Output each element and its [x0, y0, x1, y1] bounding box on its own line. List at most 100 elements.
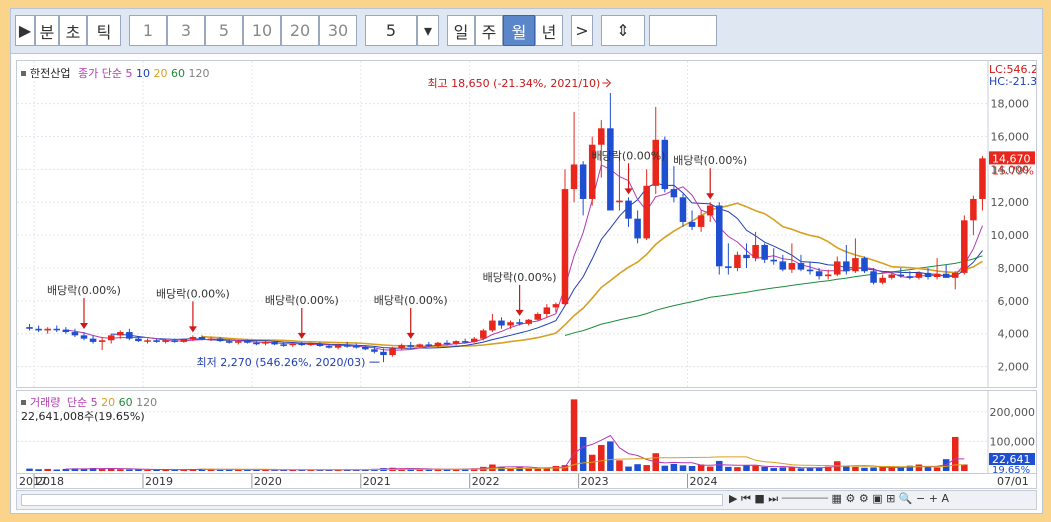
y-tick-10000: 10,000 — [991, 229, 1030, 242]
volume-bar-102 — [951, 436, 959, 471]
toolbar-button-0[interactable]: ▶ — [15, 15, 35, 46]
dividend-arrowhead-2 — [297, 332, 306, 339]
candle-body-94 — [879, 277, 886, 283]
toolbar-input[interactable] — [649, 15, 717, 46]
candle-body-25 — [253, 342, 260, 345]
candle-body-96 — [897, 274, 905, 277]
candle-body-58 — [552, 304, 560, 308]
candle-body-50 — [480, 330, 487, 339]
search-icon[interactable]: 🔍 — [899, 492, 913, 505]
toolbar-button-6[interactable]: 5 — [205, 15, 243, 46]
candle-body-44 — [425, 344, 433, 347]
candle-body-38 — [371, 349, 378, 352]
candle-body-4 — [62, 329, 70, 333]
toolbar-button-9[interactable]: 30 — [319, 15, 357, 46]
grid-icon[interactable]: ⊞ — [886, 492, 895, 505]
volume-bar-78 — [734, 467, 741, 471]
dividend-arrowhead-6 — [706, 193, 715, 200]
dividend-label-4: 배당락(0.00%) — [483, 271, 557, 284]
candle-body-100 — [933, 273, 941, 278]
high-annotation: 최고 18,650 (-21.34%, 2021/10) — [427, 77, 600, 90]
ma5-line — [65, 164, 983, 351]
volume-bar-100 — [933, 467, 941, 471]
scroll-track[interactable] — [21, 494, 723, 506]
zoom-out-icon[interactable]: − — [916, 492, 925, 505]
volume-bar-70 — [661, 465, 669, 471]
candle-body-104 — [970, 198, 977, 221]
volume-bar-56 — [534, 468, 542, 471]
candle-body-54 — [516, 322, 523, 324]
candle-body-69 — [652, 139, 660, 186]
play-icon[interactable]: ▶ — [729, 492, 737, 505]
candle-body-66 — [625, 200, 632, 219]
year-label-2020: 2020 — [254, 475, 282, 488]
candle-body-12 — [135, 338, 142, 342]
stop-icon[interactable]: ■ — [754, 492, 764, 505]
toolbar-button-10[interactable]: 5 — [365, 15, 417, 46]
candle-body-21 — [216, 338, 224, 342]
volume-bar-71 — [670, 463, 678, 471]
vol-tick-100000: 100,000 — [990, 435, 1036, 448]
toolbar-button-17[interactable]: ⇕ — [601, 15, 645, 46]
volume-bar-95 — [888, 467, 895, 471]
candle-body-23 — [235, 341, 242, 343]
candle-body-84 — [788, 263, 796, 270]
toolbar-button-3[interactable]: 틱 — [87, 15, 121, 46]
candle-body-42 — [407, 345, 414, 347]
candle-body-10 — [117, 332, 124, 336]
candle-body-105 — [979, 158, 986, 199]
period-toolbar: ▶ 분 초 틱 1 3 5 10 20 30 5 ▾ 일 주 월 년 > ⇕ — [11, 9, 1042, 54]
volume-panel[interactable]: 거래량 단순 5 20 60 120 22,641,008주(19.65%) 1… — [16, 390, 1037, 474]
layout-icon[interactable]: ▦ — [832, 492, 842, 505]
toolbar-button-8[interactable]: 20 — [281, 15, 319, 46]
y-tick-8000: 8,000 — [998, 262, 1030, 275]
volume-bar-91 — [852, 466, 859, 471]
toolbar-button-5[interactable]: 3 — [167, 15, 205, 46]
candle-body-85 — [797, 263, 805, 270]
zoom-in-icon[interactable]: + — [929, 492, 938, 505]
y-tick-18000: 18,000 — [991, 98, 1030, 111]
toolbar-button-1[interactable]: 분 — [35, 15, 59, 46]
candle-body-22 — [225, 341, 233, 343]
rewind-icon[interactable]: ⏮ — [741, 492, 751, 505]
candle-body-61 — [579, 164, 587, 199]
volume-bar-79 — [743, 465, 750, 471]
toolbar-button-4[interactable]: 1 — [129, 15, 167, 46]
candle-body-45 — [434, 342, 442, 347]
candle-body-70 — [661, 139, 669, 190]
candle-body-79 — [743, 254, 750, 259]
toolbar-button-11[interactable]: ▾ — [417, 15, 439, 46]
end-date-label: 07/01 — [997, 475, 1029, 488]
candle-body-43 — [416, 344, 424, 347]
vol-tick-200000: 200,000 — [990, 406, 1036, 419]
chart-window: ▶ 분 초 틱 1 3 5 10 20 30 5 ▾ 일 주 월 년 > ⇕ 한전산업 종가 단순 5 10 20… — [10, 8, 1043, 514]
forward-icon[interactable]: ⏭ — [768, 492, 778, 505]
font-icon[interactable]: A — [941, 492, 949, 505]
price-chart-panel[interactable]: 한전산업 종가 단순 5 10 20 60 120 2,000 4,000 6,00… — [16, 60, 1037, 388]
window-icon[interactable]: ▣ — [872, 492, 882, 505]
candle-body-39 — [380, 351, 387, 356]
candle-body-87 — [815, 271, 823, 277]
gear-icon[interactable]: ⚙ — [859, 492, 869, 505]
settings-icon[interactable]: ⚙ — [845, 492, 855, 505]
toolbar-button-2[interactable]: 초 — [59, 15, 87, 46]
toolbar-button-16[interactable]: > — [571, 15, 593, 46]
ma20-line — [201, 202, 983, 348]
candle-body-24 — [244, 341, 251, 343]
toolbar-button-12[interactable]: 일 — [447, 15, 475, 46]
ma10-line — [111, 182, 983, 349]
toolbar-button-14[interactable]: 월 — [503, 15, 535, 46]
candle-body-73 — [688, 221, 696, 227]
zoom-slider-icon[interactable]: ─────── — [782, 492, 828, 505]
y-tick-12000: 12,000 — [991, 196, 1030, 209]
candle-body-17 — [180, 339, 188, 342]
candle-body-9 — [107, 335, 115, 341]
toolbar-button-15[interactable]: 년 — [535, 15, 563, 46]
volume-bar-65 — [616, 460, 623, 471]
price-plot[interactable]: 2,0004,0006,0008,00010,00012,00014,00016… — [17, 61, 1036, 387]
toolbar-button-13[interactable]: 주 — [475, 15, 503, 46]
candle-body-99 — [924, 272, 932, 278]
candle-body-68 — [643, 185, 650, 239]
toolbar-button-7[interactable]: 10 — [243, 15, 281, 46]
volume-plot[interactable]: 100,000200,00022,64119.65% — [17, 391, 1036, 473]
